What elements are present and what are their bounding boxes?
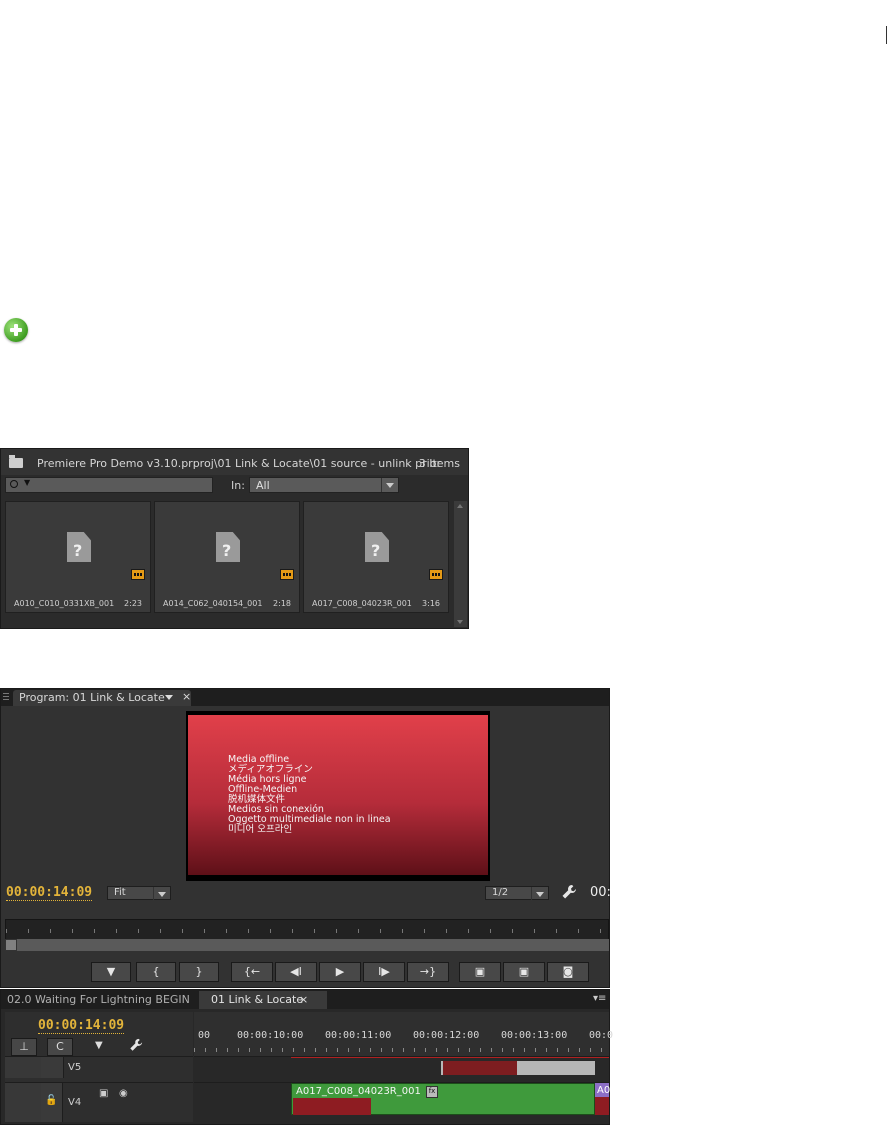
plus-icon [4, 318, 28, 342]
in-select[interactable]: All [249, 477, 399, 493]
sequence-timecode[interactable]: 00:00:14:09 [38, 1018, 125, 1034]
clip-duration: 2:18 [273, 599, 291, 608]
clip-v5-thumbnail [443, 1061, 517, 1075]
clip-tile[interactable]: ? A017_C008_04023R_001 3:16 [303, 501, 449, 613]
track-label: V4 [68, 1097, 82, 1108]
clip-name: A017_C008_04023R_001 [312, 599, 412, 608]
offline-text: Media offline メディアオフライン Média hors ligne… [228, 755, 391, 835]
ruler-label: 00:00:11:00 [325, 1030, 392, 1041]
lock-icon[interactable]: 🔓 [41, 1083, 63, 1122]
wrench-icon[interactable] [129, 1038, 143, 1052]
clip-thumbnail [293, 1098, 371, 1115]
track-label: V5 [68, 1062, 82, 1073]
edge-line [886, 26, 887, 44]
offline-slate: Media offline メディアオフライン Média hors ligne… [188, 715, 488, 875]
program-monitor: Program: 01 Link & Locate × Media offlin… [0, 688, 611, 988]
project-header: Premiere Pro Demo v3.10.prproj\01 Link &… [1, 449, 468, 475]
ruler-label: 00:00:13:00 [501, 1030, 568, 1041]
time-ruler[interactable] [5, 919, 609, 941]
chevron-down-icon[interactable] [531, 887, 548, 901]
ruler-ticks [6, 929, 608, 933]
film-icon [131, 569, 145, 580]
offline-file-icon: ? [216, 532, 240, 562]
chevron-down-icon[interactable] [163, 693, 175, 703]
offline-file-icon: ? [67, 532, 91, 562]
video-frame: Media offline メディアオフライン Média hors ligne… [186, 711, 490, 881]
camera-icon[interactable]: ▣ [99, 1088, 108, 1099]
add-marker-icon[interactable]: ▼ [95, 1040, 103, 1051]
vertical-scrollbar[interactable] [454, 501, 467, 627]
eye-icon[interactable]: ◉ [119, 1088, 128, 1099]
resolution-value: 1/2 [492, 887, 509, 898]
mark-out-button[interactable]: } [179, 962, 219, 982]
step-back-button[interactable]: ◀I [275, 962, 317, 982]
ruler-ticks [194, 1048, 609, 1052]
playhead-timecode[interactable]: 00:00:14:09 [6, 885, 93, 901]
ruler-label: 00:0 [589, 1030, 614, 1041]
ruler-label: 00:00:10:00 [237, 1030, 304, 1041]
panel-menu-icon[interactable]: ▾≡ [593, 993, 606, 1004]
zoom-value: Fit [114, 887, 126, 898]
close-icon[interactable]: × [182, 690, 191, 703]
clip-duration: 3:16 [422, 599, 440, 608]
zoom-handle[interactable] [5, 939, 17, 951]
export-frame-button[interactable]: ◙ [547, 962, 589, 982]
clip-tile[interactable]: ? A014_C062_040154_001 2:18 [154, 501, 300, 613]
snap-button[interactable]: ⊥ [11, 1038, 37, 1056]
go-to-out-button[interactable]: →} [407, 962, 449, 982]
step-forward-button[interactable]: I▶ [363, 962, 405, 982]
search-input[interactable]: ▼ [5, 477, 213, 493]
clip-v4[interactable]: A017_C008_04023R_001 fx [291, 1083, 595, 1115]
item-count: 3 Items [418, 457, 460, 470]
offline-file-icon: ? [365, 532, 389, 562]
in-select-value: All [256, 479, 270, 492]
play-button[interactable]: ▶ [319, 962, 361, 982]
in-label: In: [231, 479, 245, 492]
resolution-select[interactable]: 1/2 [485, 886, 549, 901]
clip-tile[interactable]: ? A010_C010_0331XB_001 2:23 [5, 501, 151, 613]
fx-icon[interactable]: fx [426, 1086, 438, 1098]
lift-button[interactable]: ▣ [459, 962, 501, 982]
wrench-icon[interactable] [561, 884, 577, 900]
clip-duration: 2:23 [124, 599, 142, 608]
folder-up-icon[interactable] [9, 455, 23, 468]
zoom-scrollbar[interactable] [5, 939, 609, 951]
program-tabbar: Program: 01 Link & Locate × [1, 689, 609, 706]
track-target[interactable] [5, 1057, 42, 1078]
chevron-down-icon[interactable] [153, 887, 170, 901]
ruler-label: 00 [198, 1030, 211, 1041]
timeline-tabbar: 02.0 Waiting For Lightning BEGIN 01 Link… [1, 990, 609, 1009]
chevron-down-icon[interactable] [381, 478, 398, 492]
search-icon [10, 480, 18, 488]
clip-next[interactable]: A0 [595, 1083, 611, 1115]
panel-grip-icon[interactable] [3, 693, 9, 702]
extract-button[interactable]: ▣ [503, 962, 545, 982]
tab-sequence-lightning[interactable]: 02.0 Waiting For Lightning BEGIN [7, 993, 190, 1006]
go-to-in-button[interactable]: {← [231, 962, 273, 982]
clip-name: A0 [597, 1085, 611, 1096]
clip-name: A017_C008_04023R_001 [296, 1086, 421, 1097]
clip-thumbnail [595, 1097, 609, 1115]
project-panel: Premiere Pro Demo v3.10.prproj\01 Link &… [0, 448, 469, 629]
zoom-select[interactable]: Fit [107, 886, 171, 901]
chevron-down-icon: ▼ [24, 478, 31, 487]
film-icon [429, 569, 443, 580]
track-header-v5[interactable]: V5 [5, 1056, 193, 1078]
track-header-v4[interactable]: 🔓 V4 ▣ ◉ [5, 1082, 193, 1122]
mark-in-button[interactable]: { [136, 962, 176, 982]
close-icon[interactable]: × [299, 993, 308, 1006]
clip-name: A014_C062_040154_001 [163, 599, 263, 608]
add-marker-button[interactable]: ▼ [91, 962, 131, 982]
track-target[interactable] [5, 1083, 42, 1122]
linked-selection-button[interactable]: C [47, 1038, 73, 1056]
duration-timecode: 00: [590, 885, 611, 900]
lock-icon[interactable] [41, 1057, 64, 1078]
offline-line: 미디어 오프라인 [228, 824, 293, 835]
ruler-label: 00:00:12:00 [413, 1030, 480, 1041]
clip-name: A010_C010_0331XB_001 [14, 599, 115, 608]
project-path: Premiere Pro Demo v3.10.prproj\01 Link &… [37, 457, 441, 470]
timeline-panel: 02.0 Waiting For Lightning BEGIN 01 Link… [0, 989, 614, 1125]
film-icon [280, 569, 294, 580]
